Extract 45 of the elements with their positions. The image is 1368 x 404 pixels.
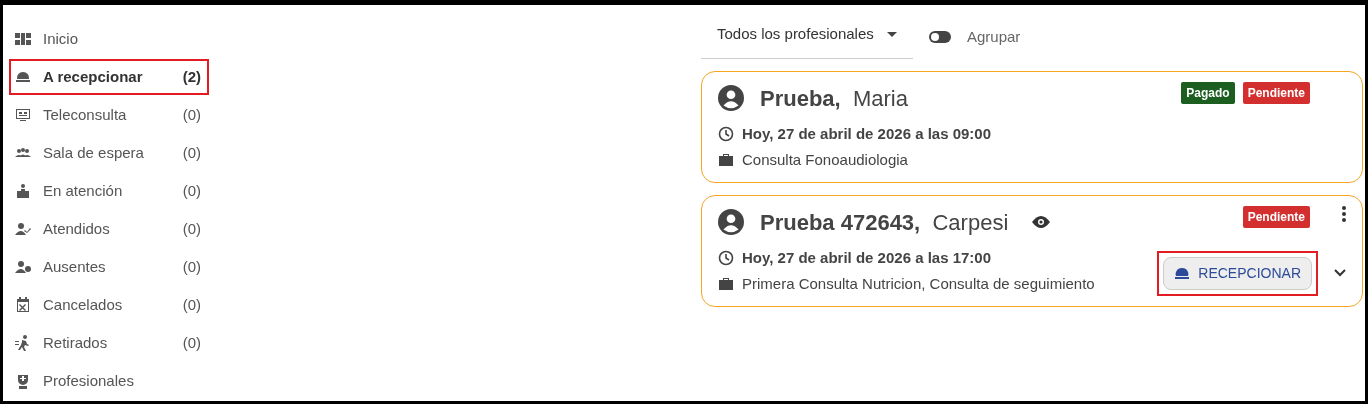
sidebar-item[interactable]: Atendidos (0) [9, 211, 209, 247]
person-blocked-icon [15, 259, 31, 275]
status-badge: Pagado [1181, 81, 1235, 104]
grid-icon [15, 31, 31, 47]
status-badge: Pendiente [1242, 81, 1310, 104]
sidebar-item[interactable]: Profesionales [9, 363, 209, 399]
patient-last-name: Prueba 472643, [760, 209, 921, 235]
caret-icon [887, 31, 897, 37]
doctor-icon [15, 373, 31, 389]
person-check-icon [15, 221, 31, 237]
appointment-services: Consulta Fonoaudiologia [742, 150, 908, 170]
monitor-icon [15, 107, 31, 123]
appointment-datetime: Hoy, 27 de abril de 2026 a las 17:00 [742, 247, 992, 268]
briefcase-icon [718, 276, 734, 293]
chevron-down-icon[interactable] [1334, 269, 1346, 277]
briefcase-icon [718, 152, 734, 169]
bell-icon [15, 69, 31, 85]
sidebar-item[interactable]: Inicio [9, 21, 209, 57]
sidebar-item[interactable]: En atención (0) [9, 173, 209, 209]
running-icon [15, 335, 31, 351]
patient-last-name: Prueba, [760, 85, 841, 111]
sidebar-item[interactable]: Ausentes (0) [9, 249, 209, 285]
appointment-services: Primera Consulta Nutricion, Consulta de seguimiento [742, 274, 1095, 294]
eye-icon[interactable] [1032, 216, 1051, 228]
patient-first-name: Maria [852, 85, 908, 111]
receive-button[interactable]: RECEPCIONAR [1163, 256, 1312, 290]
user-icon [718, 209, 744, 235]
bell-icon [1174, 267, 1191, 279]
sidebar-item[interactable]: Teleconsulta (0) [9, 97, 209, 133]
clock-icon [718, 125, 734, 142]
more-icon[interactable] [1342, 205, 1346, 222]
sidebar-item[interactable]: Sala de espera (0) [9, 135, 209, 171]
toggle-label: Agrupar [967, 26, 1021, 47]
desk-icon [15, 183, 31, 199]
professional-select[interactable]: Todos los profesionales [701, 15, 913, 59]
sidebar-item[interactable]: Retirados (0) [9, 325, 209, 361]
sidebar-item[interactable]: Cancelados (0) [9, 287, 209, 323]
user-icon [718, 85, 744, 111]
clock-icon [718, 249, 734, 266]
toggle-switch[interactable] [929, 30, 951, 43]
patient-first-name: Carpesi [932, 209, 1009, 235]
sidebar-item[interactable]: A recepcionar (2) [9, 59, 209, 95]
status-badge: Pendiente [1242, 205, 1310, 228]
appointment-datetime: Hoy, 27 de abril de 2026 a las 09:00 [742, 123, 992, 144]
calendar-icon [15, 297, 31, 313]
